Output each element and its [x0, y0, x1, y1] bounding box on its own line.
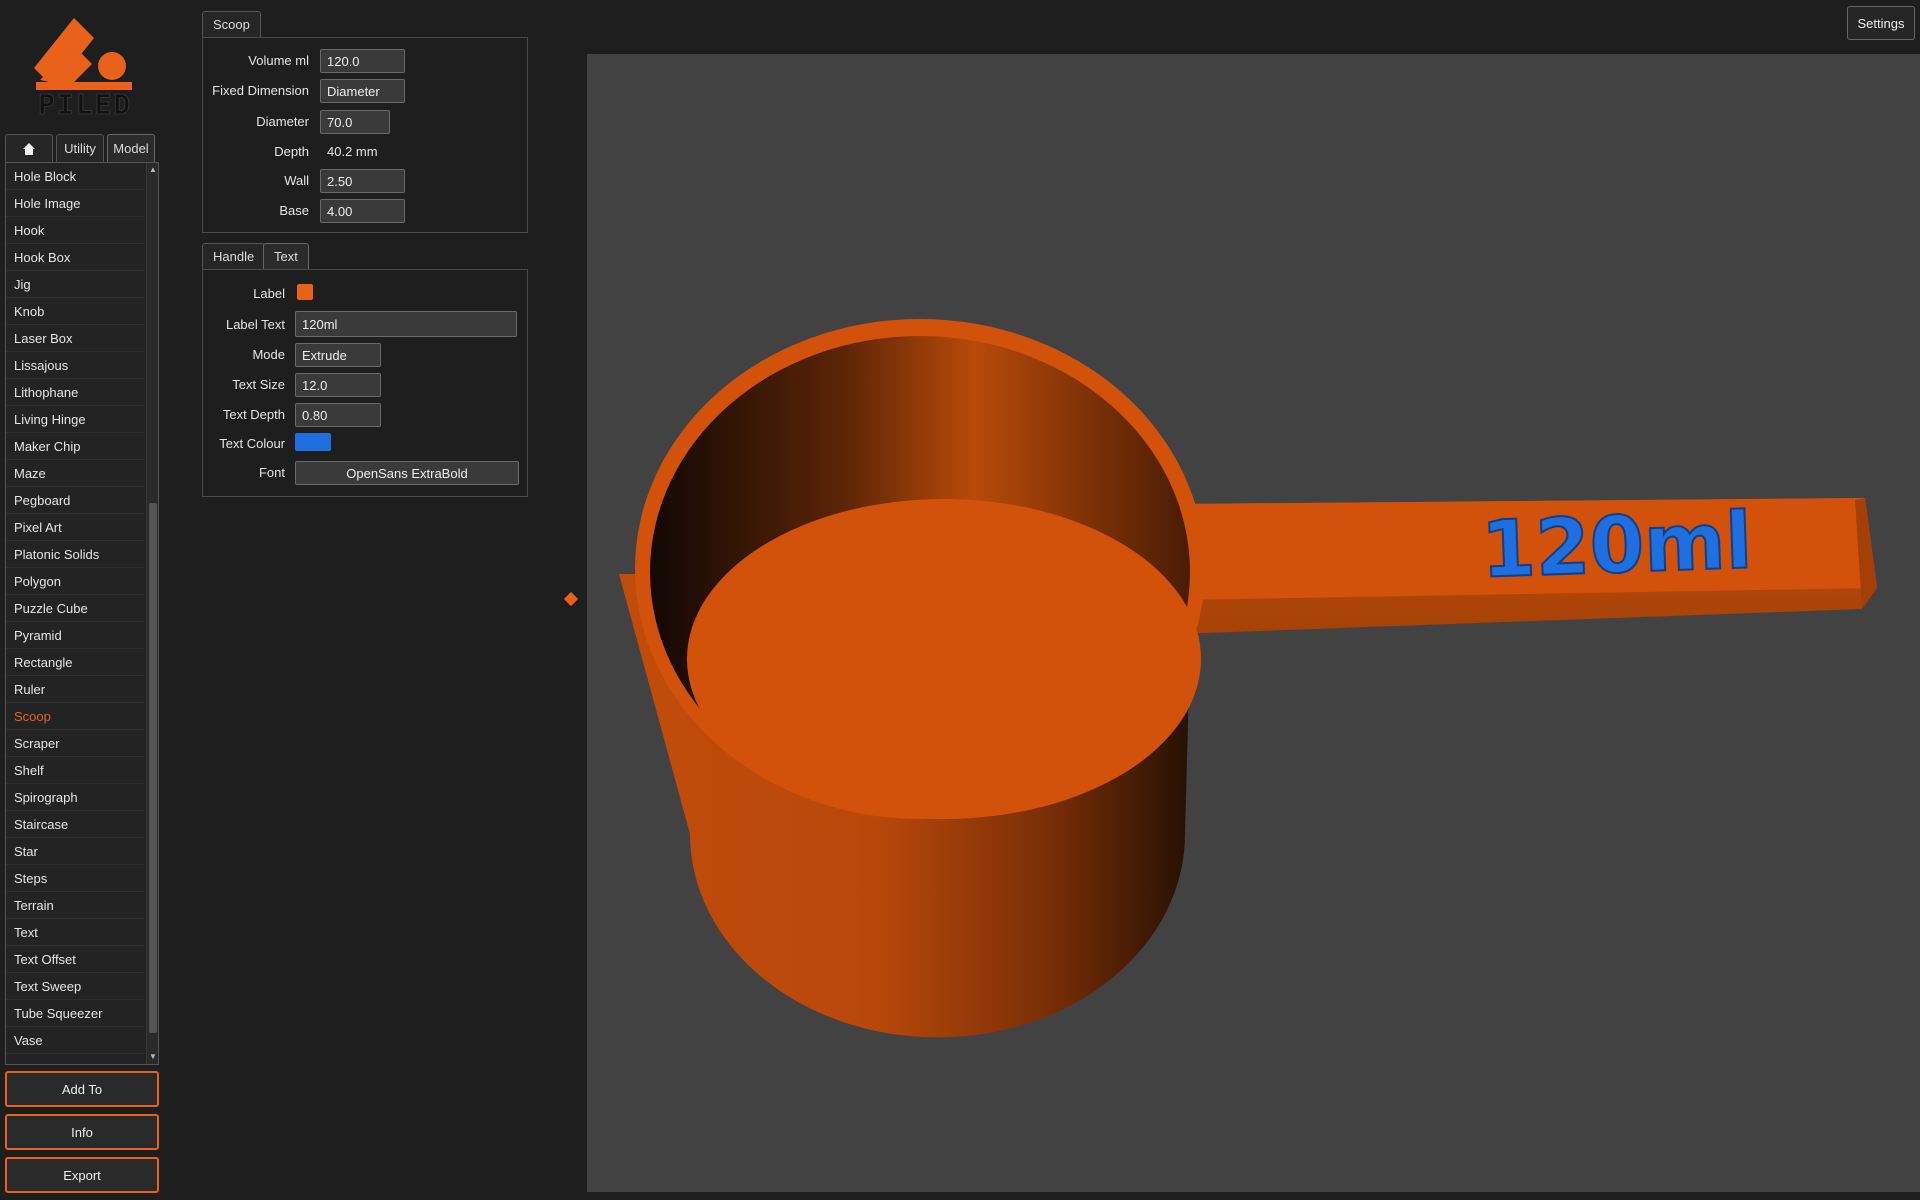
scroll-up-icon[interactable]: ▲ [148, 165, 158, 175]
list-item[interactable]: Text Offset [6, 946, 144, 973]
text-depth-label: Text Depth [222, 407, 285, 422]
list-item[interactable]: Platonic Solids [6, 541, 144, 568]
logo-text: PILED [37, 88, 133, 122]
list-item[interactable]: Shelf [6, 757, 144, 784]
diameter-input[interactable]: 70.0 [320, 110, 390, 134]
embossed-label-text: 120ml [1480, 496, 1754, 595]
label-label: Label [253, 286, 285, 301]
mode-label: Mode [252, 347, 285, 362]
fixed-dimension-select[interactable]: Diameter [320, 79, 405, 103]
volume-label: Volume ml [248, 53, 309, 68]
tab-utility[interactable]: Utility [56, 134, 104, 162]
tab-scoop[interactable]: Scoop [202, 11, 261, 37]
base-label: Base [279, 203, 309, 218]
tab-handle[interactable]: Handle [202, 243, 266, 269]
list-item[interactable]: Text [6, 919, 144, 946]
list-item[interactable]: Text Sweep [6, 973, 144, 1000]
list-item[interactable]: Scraper [6, 730, 144, 757]
info-button[interactable]: Info [5, 1114, 159, 1150]
tab-home[interactable] [5, 134, 53, 162]
scoop-floor [687, 499, 1201, 819]
list-item[interactable]: Jig [6, 271, 144, 298]
category-tabs: Utility Model [5, 134, 158, 162]
text-size-label: Text Size [232, 377, 285, 392]
3d-viewport[interactable]: 120ml [587, 54, 1920, 1192]
text-size-input[interactable]: 12.0 [295, 373, 381, 397]
tab-model[interactable]: Model [107, 134, 155, 162]
list-item[interactable]: Hole Block [6, 163, 144, 190]
list-item[interactable]: Polygon [6, 568, 144, 595]
text-colour-label: Text Colour [219, 436, 285, 451]
tab-text[interactable]: Text [263, 243, 309, 269]
depth-label: Depth [274, 144, 309, 159]
base-input[interactable]: 4.00 [320, 199, 405, 223]
list-item[interactable]: Spirograph [6, 784, 144, 811]
home-icon [23, 142, 35, 155]
model-list: Hole Block Hole Image Hook Hook Box Jig Knob L… [5, 162, 159, 1065]
label-toggle[interactable] [297, 284, 313, 300]
fixed-dimension-label: Fixed Dimension [212, 83, 309, 98]
scroll-thumb[interactable] [149, 503, 157, 1033]
settings-button[interactable]: Settings [1847, 6, 1915, 40]
list-item[interactable]: Terrain [6, 892, 144, 919]
list-item[interactable]: Hook [6, 217, 144, 244]
wall-label: Wall [284, 173, 309, 188]
mode-select[interactable]: Extrude [295, 343, 381, 367]
list-item[interactable]: Maze [6, 460, 144, 487]
list-item[interactable]: Maker Chip [6, 433, 144, 460]
list-item[interactable]: Hole Image [6, 190, 144, 217]
list-item[interactable]: Living Hinge [6, 406, 144, 433]
wall-input[interactable]: 2.50 [320, 169, 405, 193]
list-item[interactable]: Lithophane [6, 379, 144, 406]
font-label: Font [258, 465, 285, 480]
volume-input[interactable]: 120.0 [320, 49, 405, 73]
list-item[interactable]: Laser Box [6, 325, 144, 352]
text-colour-swatch[interactable] [295, 433, 331, 451]
depth-value: 40.2 mm [327, 144, 378, 159]
scroll-down-icon[interactable]: ▼ [148, 1052, 158, 1062]
scoop-panel: Volume ml 120.0 Fixed Dimension Diameter… [202, 37, 528, 233]
list-item[interactable]: Lissajous [6, 352, 144, 379]
font-button[interactable]: OpenSans ExtraBold [295, 461, 519, 485]
label-text-input[interactable]: 120ml [295, 311, 517, 337]
list-item[interactable]: Steps [6, 865, 144, 892]
add-to-button[interactable]: Add To [5, 1071, 159, 1107]
list-item[interactable]: Puzzle Cube [6, 595, 144, 622]
scoop-model: 120ml [619, 319, 1877, 1038]
list-item[interactable]: Ruler [6, 676, 144, 703]
viewport-marker-icon [563, 591, 579, 607]
export-button[interactable]: Export [5, 1157, 159, 1193]
diameter-label: Diameter [256, 114, 309, 129]
list-item[interactable]: Pyramid [6, 622, 144, 649]
list-item[interactable]: Scoop [6, 703, 144, 730]
list-item[interactable]: Rectangle [6, 649, 144, 676]
list-item[interactable]: Tube Squeezer [6, 1000, 144, 1027]
text-depth-input[interactable]: 0.80 [295, 403, 381, 427]
list-item[interactable]: Staircase [6, 811, 144, 838]
label-text-label: Label Text [225, 317, 285, 332]
text-panel: Label Label Text 120ml Mode Extrude Text… [202, 269, 528, 497]
list-scrollbar[interactable]: ▲ ▼ [146, 163, 158, 1064]
list-item[interactable]: Star [6, 838, 144, 865]
list-item[interactable]: Knob [6, 298, 144, 325]
list-item[interactable]: Vase [6, 1027, 144, 1054]
list-item[interactable]: Pixel Art [6, 514, 144, 541]
list-item[interactable]: Pegboard [6, 487, 144, 514]
list-item[interactable]: Hook Box [6, 244, 144, 271]
